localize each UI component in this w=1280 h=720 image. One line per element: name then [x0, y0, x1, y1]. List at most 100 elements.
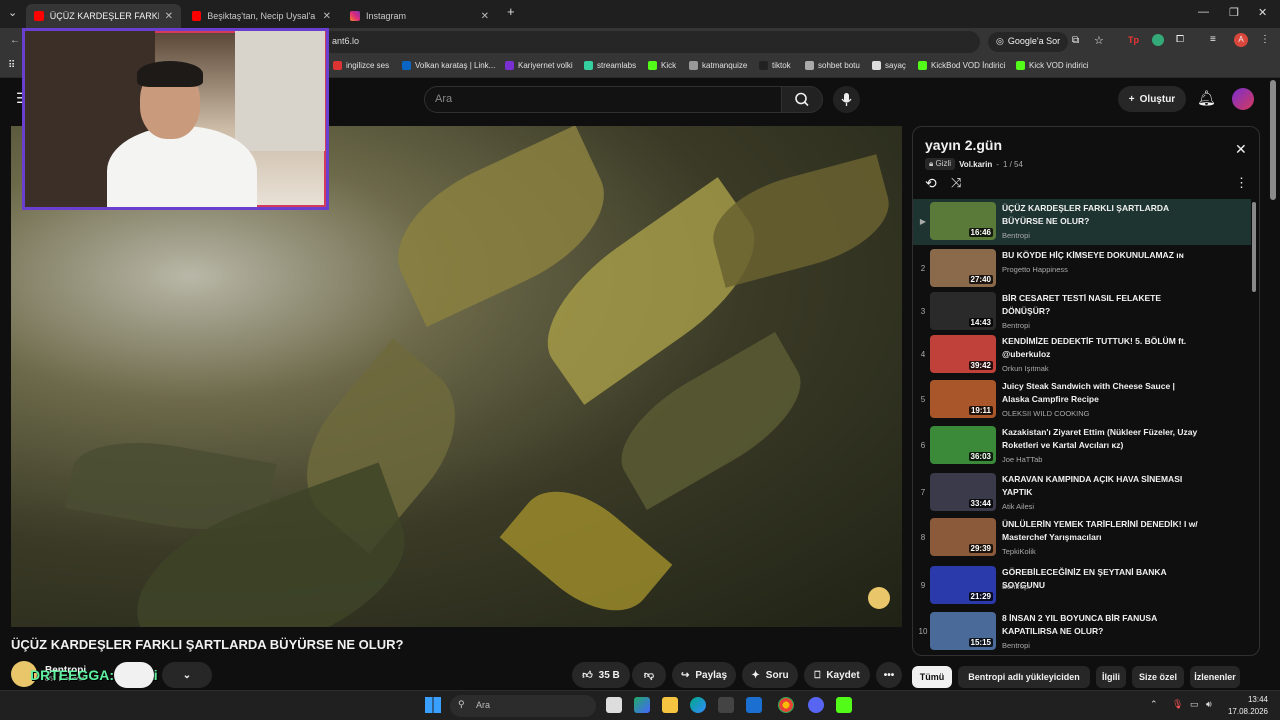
store-icon[interactable]: [718, 697, 734, 713]
create-button[interactable]: + Oluştur: [1118, 86, 1186, 112]
chrome-icon[interactable]: [778, 697, 794, 713]
playlist-item[interactable]: 10 15:15 8 İNSAN 2 YIL BOYUNCA BİR FANUSA …: [913, 609, 1251, 655]
playlist-item[interactable]: 2 27:40 BU KÖYDE HİÇ KİMSEYE DOKUNULAMAZ ı…: [913, 246, 1251, 292]
extension-icon[interactable]: Tp: [1128, 35, 1139, 45]
close-playlist-icon[interactable]: ✕: [1235, 141, 1247, 158]
system-clock[interactable]: 13:44 17.08.2026: [1228, 694, 1268, 718]
bookmark-item[interactable]: Kariyernet volki: [505, 61, 573, 70]
search-button[interactable]: [781, 86, 823, 113]
search-input[interactable]: Ara: [424, 86, 782, 113]
subscribe-button[interactable]: [114, 662, 154, 688]
tab-youtube-active[interactable]: ÜÇÜZ KARDEŞLER FARKLI ŞART ✕: [26, 4, 181, 28]
video-thumbnail: 33:44: [930, 473, 996, 511]
playlist-item[interactable]: 9 21:29 GÖREBİLECEĞİNİZ EN ŞEYTANİ BANKA S…: [913, 563, 1251, 609]
notifications-bell-icon[interactable]: 🔔︎: [1197, 89, 1216, 107]
bookmark-item[interactable]: sohbet botu: [805, 61, 860, 70]
volume-icon[interactable]: 🔊︎: [1206, 699, 1212, 710]
filter-chip[interactable]: Size özel: [1132, 666, 1184, 688]
tab-instagram[interactable]: Instagram ✕: [342, 4, 497, 28]
filter-chip[interactable]: İlgili: [1096, 666, 1126, 688]
dislike-button[interactable]: 👎︎: [632, 662, 666, 688]
mail-icon[interactable]: [746, 697, 762, 713]
minimize-icon[interactable]: —: [1198, 6, 1209, 18]
channel-watermark-icon[interactable]: [868, 587, 890, 609]
browser-menu-icon[interactable]: ⋮: [1260, 34, 1270, 45]
bookmark-item[interactable]: Kick: [648, 61, 676, 70]
new-tab-icon[interactable]: +: [507, 4, 515, 19]
playlist-item-index: ▶: [919, 217, 927, 226]
playlist-item-index: 9: [920, 581, 926, 590]
extensions-puzzle-icon[interactable]: ⧠: [1176, 34, 1184, 45]
widgets-icon[interactable]: [634, 697, 650, 713]
lens-icon: ◎: [996, 36, 1004, 46]
playlist-item[interactable]: 7 33:44 KARAVAN KAMPINDA AÇIK HAVA SİNEMAS…: [913, 470, 1251, 516]
edge-browser-icon[interactable]: [690, 697, 706, 713]
ask-button[interactable]: ✦ Soru: [742, 662, 798, 688]
bookmark-favicon-icon: [805, 61, 814, 70]
task-view-icon[interactable]: [606, 697, 622, 713]
playlist-menu-icon[interactable]: ⋮: [1235, 175, 1248, 191]
more-actions-button[interactable]: •••: [876, 662, 902, 688]
bookmark-star-icon[interactable]: ☆: [1094, 34, 1104, 47]
playlist-item[interactable]: 5 19:11 Juicy Steak Sandwich with Cheese S…: [913, 377, 1251, 423]
bookmark-item[interactable]: Volkan karataş | Link...: [402, 61, 495, 70]
tab-youtube-2[interactable]: Beşiktaş'tan, Necip Uysal'a Duy ✕: [184, 4, 339, 28]
bookmark-item[interactable]: KickBod VOD İndirici: [918, 61, 1005, 70]
playlist-item-channel: Atik Ailesi: [1002, 502, 1035, 511]
microphone-icon[interactable]: 🎙︎: [1172, 699, 1183, 710]
playlist-item-title: GÖREBİLECEĞİNİZ EN ŞEYTANİ BANKA SOYGUNU: [1002, 567, 1167, 590]
close-tab-icon[interactable]: ✕: [165, 11, 173, 22]
filter-chip[interactable]: İzlenenler: [1190, 666, 1240, 688]
bookmark-item[interactable]: katmanquize: [689, 61, 747, 70]
apps-grid-icon[interactable]: ⠿: [8, 60, 15, 71]
tab-list-chevron-icon[interactable]: ⌄: [8, 6, 17, 19]
bookmark-item[interactable]: Kick VOD indirici: [1016, 61, 1089, 70]
reading-list-icon[interactable]: ≡: [1210, 34, 1216, 45]
bookmark-item[interactable]: streamlabs: [584, 61, 636, 70]
bookmark-item[interactable]: ingilizce ses: [333, 61, 389, 70]
shuffle-icon[interactable]: ⤨: [951, 175, 961, 191]
save-button[interactable]: ⎕ Kaydet: [804, 662, 870, 688]
close-window-icon[interactable]: ✕: [1258, 6, 1267, 19]
page-scrollbar[interactable]: [1270, 80, 1276, 200]
playlist-scrollbar[interactable]: [1252, 202, 1256, 292]
profile-avatar[interactable]: A: [1234, 33, 1248, 47]
bookmark-favicon-icon: [505, 61, 514, 70]
google-sor-button[interactable]: ◎ Google'a Sor: [988, 32, 1069, 52]
bookmark-item[interactable]: sayaç: [872, 61, 906, 70]
bookmark-item[interactable]: tiktok: [759, 61, 791, 70]
network-icon[interactable]: ▭: [1190, 699, 1199, 710]
kick-app-icon[interactable]: [836, 697, 852, 713]
windows-start-icon[interactable]: [425, 697, 441, 713]
share-button[interactable]: ↪ Paylaş: [672, 662, 736, 688]
loop-icon[interactable]: ⟲: [925, 175, 937, 192]
video-duration: 39:42: [968, 361, 993, 370]
playlist-item[interactable]: 4 39:42 KENDİMİZE DEDEKTİF TUTTUK! 5. BÖLÜ…: [913, 332, 1251, 378]
taskbar-search-input[interactable]: Ara: [450, 695, 596, 717]
windows-taskbar: Ara ⚲ ⌃ 🎙︎ ▭ 🔊︎ 13:44 17.08.2026: [0, 690, 1280, 720]
playlist-owner[interactable]: Vol.karin: [959, 160, 992, 169]
filter-chip[interactable]: Bentropi adlı yükleyiciden: [958, 666, 1090, 688]
close-tab-icon[interactable]: ✕: [323, 11, 331, 22]
extension-icon[interactable]: [1152, 34, 1164, 46]
close-tab-icon[interactable]: ✕: [481, 11, 489, 22]
voice-search-button[interactable]: [833, 86, 860, 113]
discord-icon[interactable]: [808, 697, 824, 713]
back-icon[interactable]: ←: [10, 35, 20, 46]
tray-chevron-icon[interactable]: ⌃: [1150, 699, 1158, 710]
playlist-item[interactable]: 6 36:03 Kazakistan'ı Ziyaret Ettim (Nüklee…: [913, 423, 1251, 469]
playlist-item[interactable]: 8 29:39 ÜNLÜLERİN YEMEK TARİFLERİNİ DENEDİ…: [913, 515, 1251, 561]
notification-preference-button[interactable]: ⌄: [162, 662, 212, 688]
playlist-title: yayın 2.gün: [925, 137, 1003, 153]
url-input[interactable]: ant6.lo: [320, 31, 980, 53]
install-icon[interactable]: ⧉: [1072, 35, 1079, 46]
webcam-wardrobe: [235, 31, 325, 151]
account-avatar[interactable]: [1232, 88, 1254, 110]
playlist-item[interactable]: 3 14:43 BİR CESARET TESTİ NASIL FELAKETE D…: [913, 289, 1251, 335]
playlist-item-channel: TepkiKolik: [1002, 547, 1036, 556]
filter-chip[interactable]: Tümü: [912, 666, 952, 688]
maximize-icon[interactable]: ❐: [1229, 6, 1239, 19]
like-button[interactable]: 👍︎ 35 B: [572, 662, 630, 688]
file-explorer-icon[interactable]: [662, 697, 678, 713]
playlist-item[interactable]: ▶ 16:46 ÜÇÜZ KARDEŞLER FARKLI ŞARTLARDA BÜ…: [913, 199, 1251, 245]
